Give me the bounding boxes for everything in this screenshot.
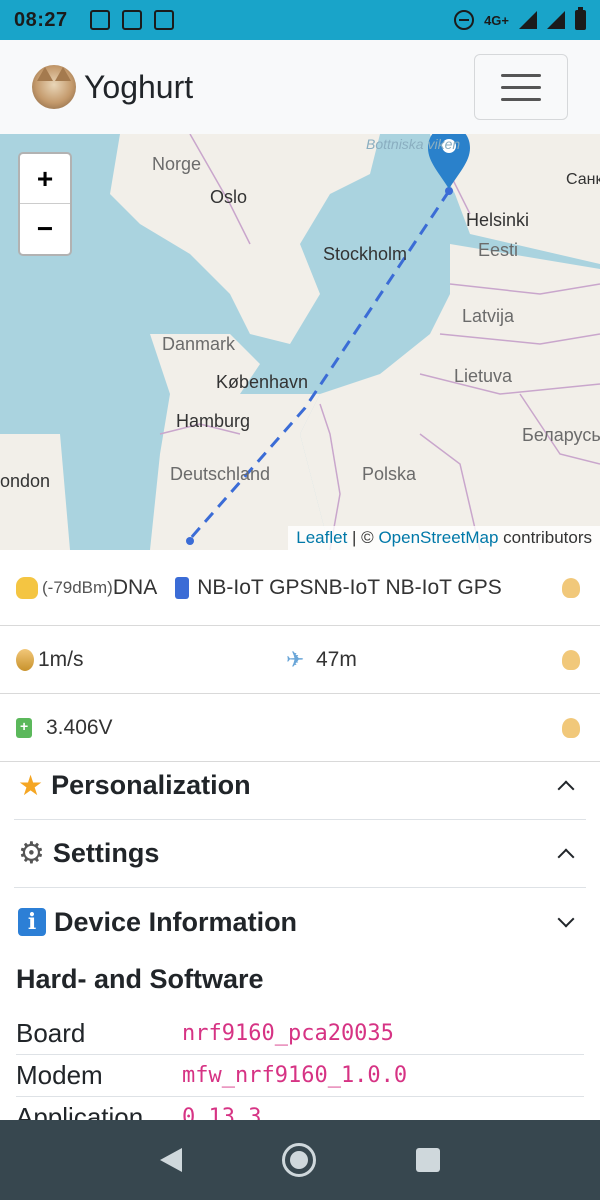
info-icon: i: [18, 908, 46, 936]
avatar[interactable]: [32, 65, 76, 109]
map-label-danmark: Danmark: [162, 334, 236, 354]
map-label-kobenhavn: København: [216, 372, 308, 392]
board-key: Board: [16, 1018, 86, 1048]
land-baltic-east: [300, 244, 600, 550]
settings-header[interactable]: ⚙ Settings: [14, 820, 586, 888]
signal-icon: [547, 11, 565, 29]
map-label-lietuva: Lietuva: [454, 366, 513, 386]
info-person-icon[interactable]: [562, 649, 580, 670]
map-label-oslo: Oslo: [210, 187, 247, 207]
star-icon: ★: [18, 769, 44, 801]
notification-icon: [89, 10, 110, 30]
table-row: Board nrf9160_pca20035: [16, 1013, 584, 1055]
openstreetmap-link[interactable]: OpenStreetMap: [378, 528, 498, 547]
info-person-icon[interactable]: [562, 578, 580, 598]
device-information-title: Device Information: [54, 906, 298, 937]
hardware-section: Hard- and Software Board nrf9160_pca2003…: [16, 964, 584, 1139]
battery-icon: [575, 7, 586, 30]
airplane-icon: ✈: [286, 646, 305, 672]
altitude-value: 47m: [316, 647, 357, 671]
hardware-title: Hard- and Software: [16, 964, 264, 994]
chevron-up-icon: [557, 780, 575, 797]
accordion: ★ Personalization ⚙ Settings i Device In…: [14, 752, 586, 956]
map-tiles: Norge Oslo Stockholm Helsinki Eesti Latv…: [0, 134, 600, 550]
thumbs-up-icon: [16, 577, 38, 599]
system-navigation-bar: [0, 1120, 600, 1200]
chevron-up-icon: [557, 848, 575, 865]
motion-row: 1m/s ✈ 47m: [0, 626, 600, 694]
runner-icon: [16, 648, 34, 671]
map-label-bottniska-viken: Bottniska viken: [366, 136, 460, 152]
operator-name: DNA: [112, 576, 158, 599]
map-attribution: Leaflet | © OpenStreetMap contributors: [288, 526, 600, 550]
home-icon[interactable]: [282, 1143, 316, 1177]
map-label-st-petersburg: Санкт-Петербург: [566, 171, 600, 188]
map-label-eesti: Eesti: [478, 240, 518, 260]
gear-icon: ⚙: [18, 836, 45, 870]
map-label-helsinki: Helsinki: [466, 210, 529, 230]
menu-toggle-button[interactable]: [474, 54, 568, 120]
map-label-london: ondon: [0, 471, 50, 491]
board-value: nrf9160_pca20035: [182, 1021, 394, 1046]
personalization-header[interactable]: ★ Personalization: [14, 752, 586, 820]
personalization-title: Personalization: [51, 770, 251, 800]
zoom-control: + −: [18, 152, 72, 256]
maps-icon: [153, 10, 174, 30]
map[interactable]: Norge Oslo Stockholm Helsinki Eesti Latv…: [0, 134, 600, 550]
map-label-latvija: Latvija: [462, 306, 515, 326]
info-person-icon[interactable]: [562, 717, 580, 738]
route-start-point[interactable]: [186, 537, 194, 545]
status-bar: 08:27 4G+: [0, 0, 600, 40]
leaflet-link[interactable]: Leaflet: [296, 528, 347, 547]
map-label-stockholm: Stockholm: [323, 244, 407, 264]
connection-row: (-79dBm) DNA NB-IoT GPSNB-IoT NB-IoT GPS: [0, 551, 600, 626]
map-label-hamburg: Hamburg: [176, 411, 250, 431]
phone-icon: [175, 577, 190, 599]
land-uk: [0, 434, 70, 550]
maps-icon: [121, 10, 142, 30]
map-label-norge: Norge: [152, 154, 201, 174]
zoom-in-button[interactable]: +: [20, 154, 70, 204]
chevron-down-icon: [557, 910, 575, 928]
brand-title[interactable]: Yoghurt: [84, 69, 193, 106]
settings-title: Settings: [52, 838, 160, 868]
back-icon[interactable]: [160, 1148, 182, 1172]
signal-icon: [519, 11, 537, 29]
map-label-polska: Polska: [362, 464, 417, 484]
battery-voltage: 3.406V: [46, 715, 113, 739]
network-type: 4G+: [484, 12, 509, 28]
battery-icon: [16, 717, 32, 738]
signal-strength: (-79dBm): [42, 578, 113, 597]
device-status-list: (-79dBm) DNA NB-IoT GPSNB-IoT NB-IoT GPS…: [0, 551, 600, 762]
recent-apps-icon[interactable]: [416, 1148, 440, 1172]
speed-value: 1m/s: [38, 647, 84, 671]
hamburger-icon: [501, 73, 541, 77]
land-scandinavia: [110, 134, 380, 344]
map-label-deutschland: Deutschland: [170, 464, 270, 484]
table-row: Modem mfw_nrf9160_1.0.0: [16, 1055, 584, 1097]
modem-key: Modem: [16, 1060, 103, 1090]
navbar: Yoghurt: [0, 40, 600, 134]
map-label-belarus: Беларусь: [522, 425, 600, 445]
zoom-out-button[interactable]: −: [20, 204, 70, 254]
device-information-header[interactable]: i Device Information: [14, 888, 586, 956]
status-time: 08:27: [14, 8, 68, 31]
network-mode: NB-IoT GPSNB-IoT NB-IoT GPS: [197, 576, 502, 599]
modem-value: mfw_nrf9160_1.0.0: [182, 1063, 408, 1088]
do-not-disturb-icon: [454, 10, 475, 30]
